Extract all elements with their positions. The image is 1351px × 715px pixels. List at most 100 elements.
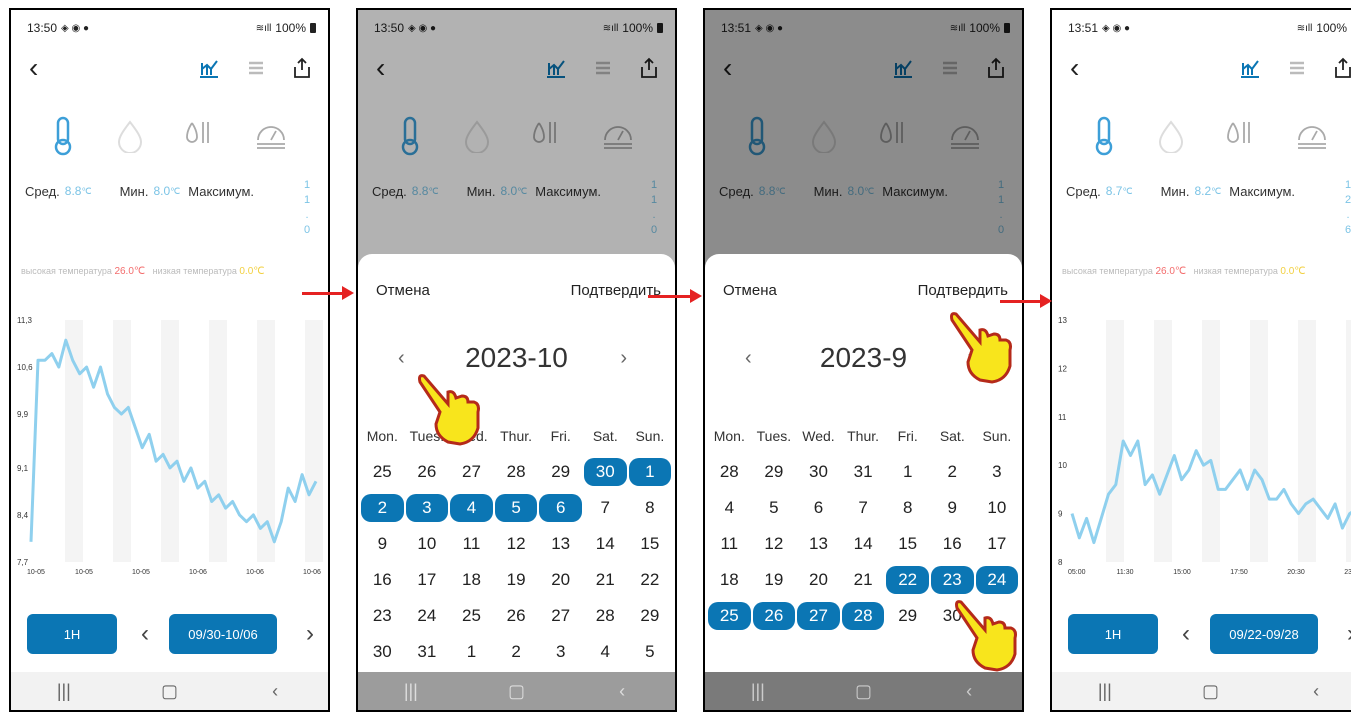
calendar-day[interactable]: 20 — [796, 566, 841, 594]
calendar-day[interactable]: 30 — [360, 638, 405, 666]
calendar-day[interactable]: 29 — [628, 602, 673, 630]
thermometer-icon[interactable] — [51, 116, 75, 156]
interval-button[interactable]: 1H — [1068, 614, 1158, 654]
calendar-day[interactable]: 27 — [797, 602, 840, 630]
calendar-day[interactable]: 31 — [841, 458, 886, 486]
recent-apps-icon[interactable]: ||| — [34, 681, 94, 702]
calendar-day[interactable]: 4 — [583, 638, 628, 666]
prev-month-button[interactable]: ‹ — [398, 347, 405, 370]
calendar-day[interactable]: 16 — [360, 566, 405, 594]
calendar-day[interactable]: 22 — [886, 566, 929, 594]
nav-back-icon[interactable]: ‹ — [592, 681, 652, 702]
nav-back-icon[interactable]: ‹ — [1286, 681, 1346, 702]
calendar-day[interactable]: 10 — [975, 494, 1020, 522]
back-button[interactable]: ‹ — [29, 50, 38, 86]
humidity-icon[interactable] — [1156, 119, 1186, 153]
next-range-button[interactable]: › — [1347, 612, 1351, 656]
calendar-day[interactable]: 12 — [752, 530, 797, 558]
calendar-day[interactable]: 25 — [360, 458, 405, 486]
calendar-day[interactable]: 20 — [538, 566, 583, 594]
calendar-day[interactable]: 3 — [405, 494, 449, 522]
dewpoint-icon[interactable] — [184, 119, 214, 153]
calendar-day[interactable]: 7 — [841, 494, 886, 522]
calendar-day[interactable]: 23 — [930, 566, 974, 594]
calendar-day[interactable]: 8 — [628, 494, 673, 522]
calendar-day[interactable]: 15 — [628, 530, 673, 558]
calendar-day[interactable]: 27 — [538, 602, 583, 630]
calendar-day[interactable]: 4 — [707, 494, 752, 522]
calendar-day[interactable]: 1 — [628, 458, 672, 486]
recent-apps-icon[interactable]: ||| — [728, 681, 788, 702]
calendar-day[interactable]: 5 — [752, 494, 797, 522]
calendar-day[interactable]: 19 — [752, 566, 797, 594]
calendar-day[interactable]: 26 — [494, 602, 539, 630]
home-icon[interactable]: ▢ — [1180, 681, 1240, 702]
calendar-day[interactable]: 2 — [361, 494, 404, 522]
calendar-day[interactable]: 2 — [494, 638, 539, 666]
confirm-button[interactable]: Подтвердить — [918, 282, 1008, 299]
calendar-day[interactable]: 1 — [885, 458, 930, 486]
nav-back-icon[interactable]: ‹ — [939, 681, 999, 702]
calendar-day[interactable]: 6 — [796, 494, 841, 522]
calendar-day[interactable]: 11 — [449, 530, 494, 558]
calendar-day[interactable]: 4 — [450, 494, 493, 522]
calendar-day[interactable]: 11 — [707, 530, 752, 558]
list-view-icon[interactable] — [246, 58, 266, 78]
calendar-day[interactable]: 5 — [494, 494, 538, 522]
calendar-day[interactable]: 30 — [583, 458, 627, 486]
pressure-icon[interactable] — [254, 122, 288, 150]
calendar-day[interactable]: 19 — [494, 566, 539, 594]
interval-button[interactable]: 1H — [27, 614, 117, 654]
calendar-day[interactable]: 8 — [885, 494, 930, 522]
calendar-day[interactable]: 14 — [841, 530, 886, 558]
calendar-day[interactable]: 23 — [360, 602, 405, 630]
recent-apps-icon[interactable]: ||| — [381, 681, 441, 702]
prev-range-button[interactable]: ‹ — [1182, 612, 1190, 656]
humidity-icon[interactable] — [115, 119, 145, 153]
calendar-day[interactable]: 29 — [752, 458, 797, 486]
home-icon[interactable]: ▢ — [139, 681, 199, 702]
calendar-day[interactable]: 29 — [885, 602, 930, 630]
calendar-day[interactable]: 13 — [538, 530, 583, 558]
nav-back-icon[interactable]: ‹ — [245, 681, 305, 702]
chart-view-icon[interactable] — [198, 57, 220, 79]
calendar-day[interactable]: 21 — [841, 566, 886, 594]
calendar-day[interactable]: 22 — [628, 566, 673, 594]
calendar-day[interactable]: 15 — [885, 530, 930, 558]
calendar-day[interactable]: 25 — [708, 602, 751, 630]
calendar-day[interactable]: 18 — [449, 566, 494, 594]
cancel-button[interactable]: Отмена — [376, 282, 430, 299]
share-icon[interactable] — [292, 57, 312, 79]
calendar-day[interactable]: 24 — [405, 602, 450, 630]
calendar-day[interactable]: 10 — [405, 530, 450, 558]
calendar-day[interactable]: 24 — [975, 566, 1019, 594]
calendar-day[interactable]: 21 — [583, 566, 628, 594]
share-icon[interactable] — [1333, 57, 1351, 79]
calendar-day[interactable]: 2 — [930, 458, 975, 486]
calendar-day[interactable]: 1 — [449, 638, 494, 666]
calendar-day[interactable]: 28 — [494, 458, 539, 486]
calendar-day[interactable]: 30 — [796, 458, 841, 486]
pressure-icon[interactable] — [1295, 122, 1329, 150]
calendar-day[interactable]: 29 — [538, 458, 583, 486]
prev-range-button[interactable]: ‹ — [141, 612, 149, 656]
calendar-day[interactable]: 9 — [930, 494, 975, 522]
calendar-day[interactable]: 17 — [975, 530, 1020, 558]
calendar-day[interactable]: 3 — [975, 458, 1020, 486]
next-range-button[interactable]: › — [306, 612, 314, 656]
dewpoint-icon[interactable] — [1225, 119, 1255, 153]
calendar-day[interactable]: 9 — [360, 530, 405, 558]
calendar-day[interactable]: 31 — [405, 638, 450, 666]
calendar-day[interactable]: 5 — [628, 638, 673, 666]
next-month-button[interactable]: › — [620, 347, 627, 370]
cancel-button[interactable]: Отмена — [723, 282, 777, 299]
recent-apps-icon[interactable]: ||| — [1075, 681, 1135, 702]
calendar-day[interactable]: 12 — [494, 530, 539, 558]
date-range-button[interactable]: 09/22-09/28 — [1210, 614, 1318, 654]
date-range-button[interactable]: 09/30-10/06 — [169, 614, 277, 654]
calendar-day[interactable]: 28 — [841, 602, 885, 630]
thermometer-icon[interactable] — [1092, 116, 1116, 156]
calendar-day[interactable]: 14 — [583, 530, 628, 558]
calendar-day[interactable]: 3 — [538, 638, 583, 666]
calendar-day[interactable]: 16 — [930, 530, 975, 558]
